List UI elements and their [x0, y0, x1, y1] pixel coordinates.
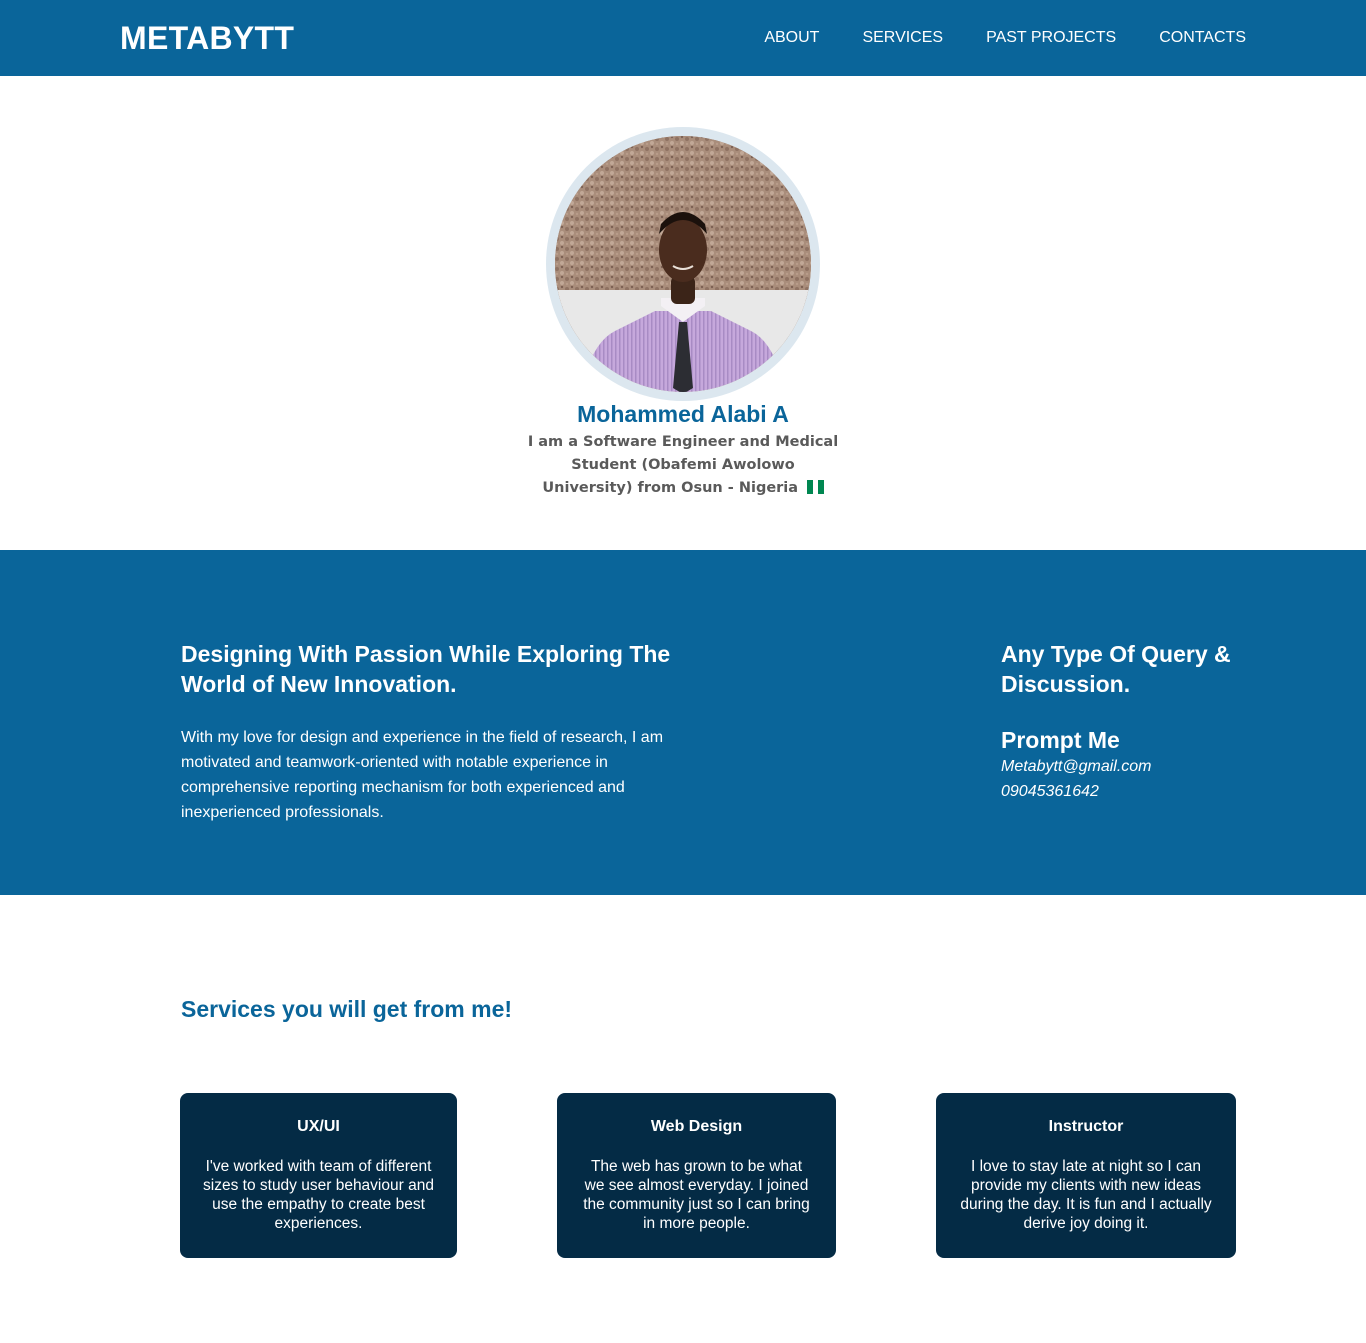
- service-card-title: Web Design: [650, 1118, 743, 1135]
- service-card-title: UX/UI: [297, 1118, 340, 1135]
- query-title: Any Type Of Query & Discussion.: [1001, 641, 1231, 697]
- service-card-text: The web has grown to be what we see almo…: [583, 1158, 810, 1232]
- brand-logo[interactable]: METABYTT: [120, 19, 294, 57]
- top-navbar: METABYTT ABOUT SERVICES PAST PROJECTS CO…: [0, 0, 1366, 76]
- nav-link-services[interactable]: SERVICES: [862, 27, 943, 49]
- nav-link-contacts[interactable]: CONTACTS: [1159, 27, 1246, 49]
- nav-link-past-projects[interactable]: PAST PROJECTS: [986, 27, 1116, 49]
- service-card-web-design: Web Design The web has grown to be what …: [557, 1093, 836, 1258]
- service-card-ux-ui: UX/UI I've worked with team of different…: [180, 1093, 457, 1258]
- prompt-title: Prompt Me: [1001, 727, 1120, 753]
- service-card-instructor: Instructor I love to stay late at night …: [936, 1093, 1236, 1258]
- services-title: Services you will get from me!: [181, 996, 513, 1022]
- profile-photo-illustration: [555, 136, 811, 392]
- service-card-text: I've worked with team of different sizes…: [203, 1158, 434, 1232]
- profile-bio: I am a Software Engineer and Medical Stu…: [525, 431, 841, 502]
- contact-phone-link[interactable]: 09045361642: [1001, 781, 1099, 803]
- nigeria-flag-icon: [807, 479, 824, 502]
- about-section: Designing With Passion While Exploring T…: [0, 550, 1366, 895]
- profile-bio-text: I am a Software Engineer and Medical Stu…: [527, 434, 839, 496]
- profile-photo: [555, 136, 811, 392]
- nav-link-about[interactable]: ABOUT: [764, 27, 819, 49]
- about-text: With my love for design and experience i…: [181, 729, 664, 821]
- avatar-ring: [546, 127, 820, 401]
- nav-links: ABOUT SERVICES PAST PROJECTS CONTACTS: [721, 27, 1246, 49]
- service-card-title: Instructor: [1048, 1118, 1124, 1135]
- contact-email-link[interactable]: Metabytt@gmail.com: [1001, 756, 1152, 778]
- about-title: Designing With Passion While Exploring T…: [181, 641, 671, 697]
- profile-name: Mohammed Alabi A: [577, 401, 789, 427]
- service-card-text: I love to stay late at night so I can pr…: [960, 1158, 1212, 1232]
